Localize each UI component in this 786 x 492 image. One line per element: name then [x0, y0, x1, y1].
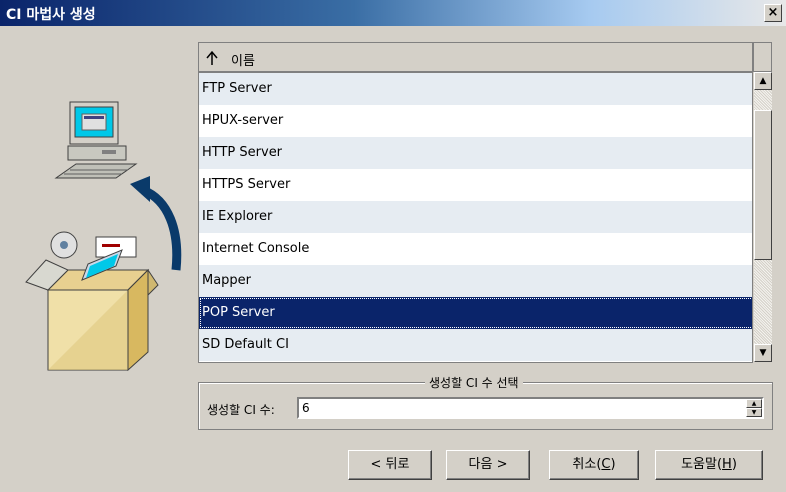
spin-down-icon[interactable]: ▼: [746, 408, 762, 417]
spin-buttons: ▲ ▼: [746, 399, 762, 417]
curved-arrow-icon: [130, 176, 182, 271]
ci-count-label: 생성할 CI 수:: [207, 403, 275, 417]
back-button-label: < 뒤로: [370, 457, 410, 472]
list-item[interactable]: HTTPS Server: [199, 169, 752, 201]
ci-count-group: 생성할 CI 수 선택 생성할 CI 수: 6 ▲ ▼: [198, 374, 773, 430]
help-button[interactable]: 도움말(H): [655, 450, 763, 480]
list-item[interactable]: IE Explorer: [199, 201, 752, 233]
column-header-name: 이름: [231, 54, 255, 69]
scroll-down-button[interactable]: ▼: [754, 344, 772, 362]
scroll-thumb[interactable]: [754, 110, 772, 260]
scroll-up-button[interactable]: ▲: [754, 72, 772, 90]
list-item[interactable]: Internet Console: [199, 233, 752, 265]
header-scroll-corner: [753, 42, 772, 72]
help-label-end: ): [731, 457, 737, 472]
scroll-down-icon: ▼: [759, 348, 767, 358]
list-item-selected[interactable]: POP Server: [199, 297, 752, 329]
next-button[interactable]: 다음 >: [446, 450, 530, 480]
window-title: CI 마법사 생성: [6, 7, 96, 23]
cancel-hotkey: C: [601, 457, 611, 472]
next-button-label: 다음 >: [468, 457, 508, 472]
back-button[interactable]: < 뒤로: [348, 450, 432, 480]
sort-ascending-icon: [206, 50, 218, 65]
scroll-up-icon: ▲: [759, 76, 767, 86]
list-item[interactable]: Mapper: [199, 265, 752, 297]
title-bar: CI 마법사 생성 ×: [0, 0, 786, 26]
wizard-illustration: [18, 80, 188, 380]
help-label: 도움말(: [681, 457, 723, 472]
ci-count-spinner[interactable]: 6 ▲ ▼: [297, 397, 764, 419]
list-item[interactable]: FTP Server: [199, 73, 752, 105]
cancel-label: 취소(: [572, 457, 602, 472]
cancel-label-end: ): [610, 457, 616, 472]
list-item[interactable]: HPUX-server: [199, 105, 752, 137]
list-scrollbar[interactable]: ▲ ▼: [754, 72, 772, 362]
cancel-button[interactable]: 취소(C): [549, 450, 639, 480]
list-rows: FTP Server HPUX-server HTTP Server HTTPS…: [199, 73, 752, 361]
close-button[interactable]: ×: [764, 4, 782, 22]
group-title: 생성할 CI 수 선택: [425, 374, 523, 391]
list-item[interactable]: SD Default CI: [199, 329, 752, 361]
list-header[interactable]: 이름: [199, 43, 752, 73]
spin-up-icon[interactable]: ▲: [746, 399, 762, 408]
list-item[interactable]: HTTP Server: [199, 137, 752, 169]
computer-icon: [54, 101, 138, 179]
ci-type-list[interactable]: 이름 FTP Server HPUX-server HTTP Server HT…: [198, 42, 753, 363]
install-box-icon: [25, 231, 159, 372]
ci-count-value[interactable]: 6: [302, 401, 310, 415]
help-hotkey: H: [722, 457, 732, 472]
close-icon: ×: [767, 5, 779, 20]
